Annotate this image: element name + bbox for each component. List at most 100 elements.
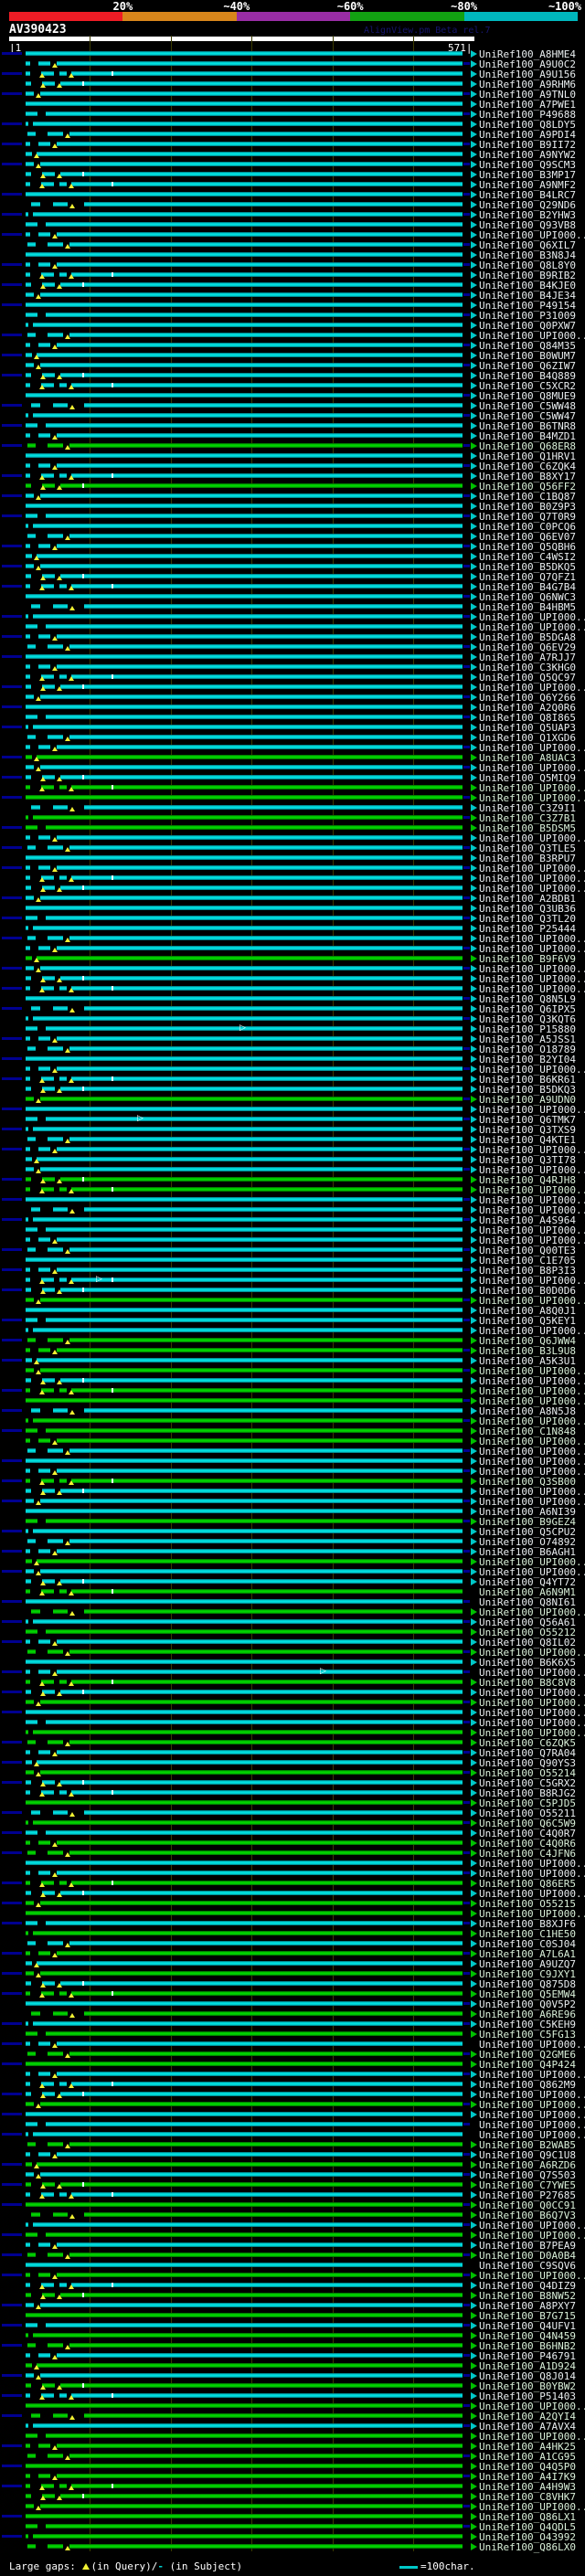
- alignment-bar[interactable]: [60, 574, 463, 578]
- alignment-bar[interactable]: [60, 2182, 463, 2187]
- alignment-bar[interactable]: [40, 2303, 463, 2307]
- alignment-bar[interactable]: [37, 2363, 463, 2368]
- alignment-bar[interactable]: [26, 2062, 463, 2066]
- alignment-bar[interactable]: [71, 986, 463, 991]
- alignment-bar[interactable]: [26, 2202, 463, 2207]
- alignment-bar[interactable]: [40, 292, 463, 297]
- alignment-bar[interactable]: [69, 936, 463, 940]
- alignment-bar[interactable]: [26, 1197, 463, 1202]
- alignment-bar[interactable]: [26, 2263, 463, 2267]
- alignment-bar[interactable]: [46, 313, 463, 317]
- alignment-bar[interactable]: [57, 1468, 463, 1473]
- alignment-bar[interactable]: [33, 413, 463, 418]
- alignment-bar[interactable]: [33, 2423, 463, 2428]
- alignment-bar[interactable]: [57, 1348, 463, 1352]
- alignment-bar[interactable]: [71, 785, 463, 790]
- alignment-bar[interactable]: [46, 2122, 463, 2126]
- alignment-bar[interactable]: [40, 493, 463, 498]
- alignment-bar[interactable]: [60, 1981, 463, 1986]
- alignment-bar[interactable]: [46, 2323, 463, 2327]
- alignment-bar[interactable]: [60, 885, 463, 890]
- alignment-bar[interactable]: [69, 1046, 463, 1051]
- alignment-bar[interactable]: [57, 463, 463, 468]
- alignment-bar[interactable]: [57, 232, 463, 237]
- alignment-bar[interactable]: [57, 1840, 463, 1845]
- alignment-bar[interactable]: [57, 544, 463, 548]
- alignment-bar[interactable]: [37, 755, 463, 759]
- alignment-bar[interactable]: [71, 1881, 463, 1885]
- alignment-bar[interactable]: [26, 855, 463, 860]
- alignment-bar[interactable]: [84, 403, 463, 408]
- alignment-bar[interactable]: [60, 282, 463, 287]
- alignment-bar[interactable]: [71, 272, 463, 277]
- alignment-bar[interactable]: [26, 1599, 463, 1604]
- alignment-bar[interactable]: [46, 1921, 463, 1925]
- alignment-bar[interactable]: [57, 664, 463, 669]
- alignment-bar[interactable]: [46, 423, 463, 428]
- alignment-bar[interactable]: [33, 1418, 463, 1423]
- alignment-bar[interactable]: [60, 1891, 463, 1895]
- alignment-bar[interactable]: [69, 1247, 463, 1252]
- alignment-bar[interactable]: [26, 1308, 463, 1312]
- alignment-bar[interactable]: [33, 725, 463, 729]
- alignment-bar[interactable]: [84, 1207, 463, 1212]
- alignment-bar[interactable]: [60, 1288, 463, 1292]
- alignment-bar[interactable]: [69, 1649, 463, 1654]
- alignment-bar[interactable]: [37, 1961, 463, 1966]
- alignment-bar[interactable]: [33, 2222, 463, 2227]
- alignment-bar[interactable]: [37, 353, 463, 357]
- alignment-bar[interactable]: [26, 393, 463, 398]
- alignment-bar[interactable]: [40, 162, 463, 166]
- alignment-bar[interactable]: [26, 192, 463, 196]
- alignment-bar[interactable]: [57, 1066, 463, 1071]
- alignment-bar[interactable]: [57, 835, 463, 840]
- alignment-bar[interactable]: [46, 916, 463, 920]
- alignment-bar[interactable]: [46, 624, 463, 629]
- alignment-bar[interactable]: [40, 1298, 463, 1302]
- alignment-bar[interactable]: [60, 1489, 463, 1493]
- alignment-bar[interactable]: [46, 825, 463, 830]
- alignment-bar[interactable]: [26, 1107, 463, 1111]
- alignment-bar[interactable]: [26, 2313, 463, 2317]
- alignment-bar[interactable]: [46, 2232, 463, 2237]
- alignment-bar[interactable]: [40, 1901, 463, 1905]
- alignment-bar[interactable]: [60, 373, 463, 377]
- alignment-bar[interactable]: [57, 2474, 463, 2478]
- alignment-bar[interactable]: [26, 1710, 463, 1714]
- alignment-bar[interactable]: [60, 976, 463, 981]
- alignment-bar[interactable]: [69, 443, 463, 448]
- alignment-bar[interactable]: [26, 1398, 463, 1403]
- alignment-bar[interactable]: [57, 1438, 463, 1443]
- alignment-bar[interactable]: [71, 875, 463, 880]
- alignment-bar[interactable]: [84, 2011, 463, 2016]
- alignment-bar[interactable]: [69, 132, 463, 136]
- alignment-bar[interactable]: [60, 684, 463, 689]
- alignment-bar[interactable]: [69, 2544, 463, 2549]
- alignment-bar[interactable]: [84, 805, 463, 810]
- alignment-bar[interactable]: [26, 1860, 463, 1865]
- alignment-bar[interactable]: [57, 2242, 463, 2247]
- alignment-bar[interactable]: [71, 182, 463, 186]
- alignment-bar[interactable]: [46, 1830, 463, 1835]
- alignment-bar[interactable]: [60, 483, 463, 488]
- alignment-bar[interactable]: [40, 1569, 463, 1574]
- alignment-bar[interactable]: [33, 1016, 463, 1021]
- alignment-bar[interactable]: [84, 1006, 463, 1011]
- alignment-bar[interactable]: [71, 71, 463, 76]
- alignment-bar[interactable]: [57, 1036, 463, 1041]
- alignment-bar[interactable]: [71, 1076, 463, 1081]
- alignment-bar[interactable]: [84, 604, 463, 609]
- alignment-bar[interactable]: [84, 2212, 463, 2217]
- alignment-bar[interactable]: [60, 1780, 463, 1785]
- alignment-bar[interactable]: [60, 1087, 463, 1091]
- alignment-bar[interactable]: [40, 896, 463, 900]
- alignment-bar[interactable]: [60, 2092, 463, 2096]
- alignment-bar[interactable]: [57, 1237, 463, 1242]
- alignment-bar[interactable]: [57, 946, 463, 950]
- alignment-bar[interactable]: [69, 1941, 463, 1945]
- alignment-bar[interactable]: [69, 735, 463, 739]
- alignment-bar[interactable]: [26, 1659, 463, 1664]
- alignment-bar[interactable]: [46, 222, 463, 227]
- alignment-bar[interactable]: [57, 61, 463, 66]
- alignment-bar[interactable]: [57, 1750, 463, 1754]
